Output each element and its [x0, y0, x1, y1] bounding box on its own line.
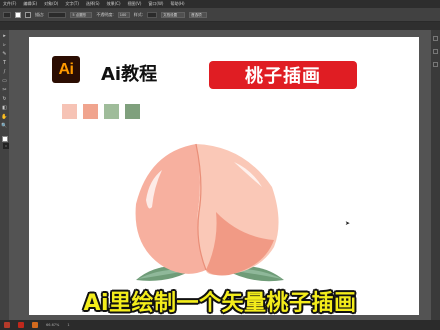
opacity-field[interactable]: 100 — [117, 11, 130, 18]
swatch-dark-green[interactable] — [125, 104, 140, 119]
brush-dropdown[interactable]: 5 点圆形 — [70, 11, 93, 18]
pen-tool-icon[interactable]: ✎ — [2, 51, 8, 57]
opacity-label: 不透明度: — [96, 11, 114, 17]
title-badge: 桃子插画 — [209, 61, 357, 89]
selection-indicator[interactable] — [3, 11, 11, 18]
artboard-number[interactable]: 1 — [67, 323, 69, 327]
canvas-pasteboard[interactable]: Ai Ai教程 桃子插画 ➤ — [9, 30, 431, 320]
illustrator-window: 文件(F) 编辑(E) 对象(O) 文字(T) 选择(S) 效果(C) 视图(V… — [0, 0, 440, 330]
brand-title: Ai教程 — [101, 64, 158, 85]
zoom-tool-icon[interactable]: 🔍 — [1, 123, 7, 129]
menu-select[interactable]: 选择(S) — [86, 0, 100, 8]
swatches-panel-icon[interactable] — [433, 62, 438, 67]
stroke-swatch[interactable] — [25, 11, 31, 18]
zoom-level[interactable]: 66.67% — [46, 323, 59, 327]
direct-selection-tool-icon[interactable]: ▹ — [2, 42, 8, 48]
swatch-light-pink[interactable] — [62, 104, 77, 119]
video-subtitle: Ai里绘制一个矢量桃子插画 — [83, 291, 357, 316]
stroke-label: 描边: — [35, 11, 45, 17]
properties-panel-icon[interactable] — [433, 36, 438, 41]
rectangle-tool-icon[interactable]: ▭ — [2, 78, 8, 84]
ai-logo: Ai — [52, 56, 80, 83]
rotate-tool-icon[interactable]: ↻ — [2, 96, 8, 102]
hand-tool-icon[interactable]: ✋ — [1, 114, 7, 120]
line-tool-icon[interactable]: / — [2, 69, 8, 75]
menu-object[interactable]: 对象(O) — [44, 0, 58, 8]
control-bar: 描边: 5 点圆形 不透明度: 100 样式: 文档设置 首选项 — [0, 8, 440, 22]
menu-type[interactable]: 文字(T) — [65, 0, 79, 8]
app-status-icon[interactable] — [4, 322, 10, 328]
menu-view[interactable]: 视图(V) — [128, 0, 142, 8]
peach-illustration[interactable] — [124, 142, 294, 292]
acrobat-icon[interactable] — [18, 322, 24, 328]
mouse-cursor-icon: ➤ — [345, 220, 351, 227]
fill-color-icon[interactable] — [1, 136, 8, 142]
tools-panel: ▸ ▹ ✎ T / ▭ ✂ ↻ ◧ ✋ 🔍 — [0, 30, 9, 320]
document-setup-button[interactable]: 文档设置 — [161, 11, 186, 18]
title-badge-text: 桃子插画 — [245, 66, 321, 87]
status-bar: 66.67% 1 — [0, 320, 440, 330]
menu-effect[interactable]: 效果(C) — [107, 0, 121, 8]
ai-logo-text: Ai — [58, 60, 75, 78]
swatch-salmon[interactable] — [83, 104, 98, 119]
menu-bar: 文件(F) 编辑(E) 对象(O) 文字(T) 选择(S) 效果(C) 视图(V… — [0, 0, 440, 8]
style-label: 样式: — [133, 11, 144, 17]
preferences-button[interactable]: 首选项 — [189, 11, 208, 18]
color-swatches — [62, 104, 140, 119]
selection-tool-icon[interactable]: ▸ — [2, 33, 8, 39]
style-dropdown[interactable] — [147, 11, 158, 18]
fill-swatch[interactable] — [15, 11, 21, 18]
menu-file[interactable]: 文件(F) — [3, 0, 16, 8]
scissors-tool-icon[interactable]: ✂ — [2, 87, 8, 93]
document-tab-bar: 桃子.ai @ 66.67% (RGB/GPU 预览) — [0, 22, 440, 40]
gradient-tool-icon[interactable]: ◧ — [2, 105, 8, 111]
layers-panel-icon[interactable] — [433, 49, 438, 54]
stroke-weight-field[interactable] — [48, 11, 67, 18]
peach-left-half — [135, 144, 206, 274]
swatch-light-green[interactable] — [104, 104, 119, 119]
menu-window[interactable]: 窗口(W) — [148, 0, 163, 8]
type-tool-icon[interactable]: T — [2, 60, 8, 66]
illustrator-taskbar-icon[interactable] — [32, 322, 38, 328]
menu-edit[interactable]: 编辑(E) — [23, 0, 37, 8]
artboard[interactable]: Ai Ai教程 桃子插画 ➤ — [29, 37, 419, 315]
menu-help[interactable]: 帮助(H) — [170, 0, 184, 8]
panel-dock — [431, 30, 440, 320]
